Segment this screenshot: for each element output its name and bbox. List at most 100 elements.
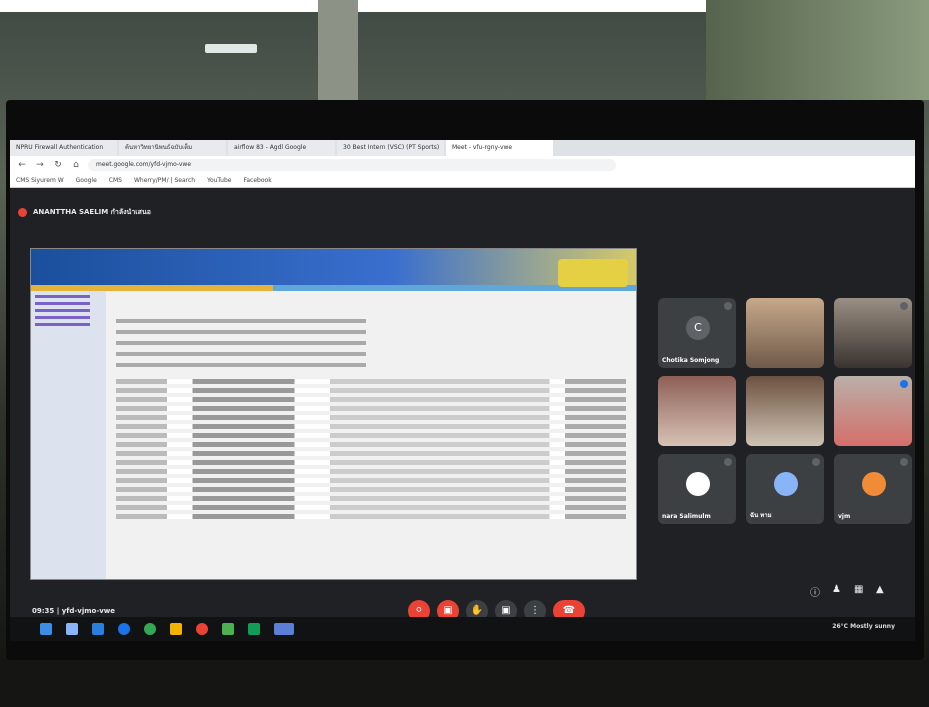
windows-taskbar: 26°C Mostly sunny <box>10 617 915 641</box>
table-row <box>116 424 626 429</box>
bookmarks-bar: CMS Siyurem W Google CMS Wherry/PM/ | Se… <box>10 174 915 188</box>
table-row <box>116 451 626 456</box>
form-line <box>116 352 366 356</box>
participant-name: Chotika Somjong <box>662 357 720 364</box>
form-line <box>116 330 366 334</box>
address-bar[interactable]: meet.google.com/yfd-vjmo-vwe <box>88 159 616 171</box>
ceiling-light <box>205 44 257 53</box>
sidebar-line <box>35 316 90 319</box>
browser-tab[interactable]: ค้นหาวิทยานิพนธ์ฉบับเต็ม <box>119 140 226 156</box>
presenting-indicator-icon <box>18 207 27 217</box>
activities-icon[interactable]: ▲ <box>876 584 884 595</box>
participant-tile-video[interactable] <box>746 376 824 446</box>
app-icon[interactable] <box>222 623 234 635</box>
window <box>706 0 929 100</box>
app-icon[interactable] <box>196 623 208 635</box>
forward-icon[interactable]: → <box>34 160 46 170</box>
participant-tile[interactable]: vjm <box>834 454 912 524</box>
bookmark-item[interactable]: CMS Siyurem W <box>16 177 64 184</box>
bookmark-item[interactable]: Wherry/PM/ | Search <box>134 177 195 184</box>
mic-off-icon <box>724 302 732 310</box>
meeting-info: 09:35 | yfd-vjmo-vwe <box>32 607 116 615</box>
browser-toolbar: ← → ↻ ⌂ meet.google.com/yfd-vjmo-vwe <box>10 156 915 174</box>
mic-off-icon <box>900 458 908 466</box>
browser-tab[interactable]: airflow 83 - Agdl Google <box>228 140 335 156</box>
form-line <box>116 341 366 345</box>
bookmark-item[interactable]: Google <box>76 177 97 184</box>
table-row <box>116 505 626 510</box>
bookmark-item[interactable]: YouTube <box>207 177 231 184</box>
participant-tile-video[interactable] <box>746 298 824 368</box>
participant-name: ฉัน ทาม <box>750 512 772 519</box>
shared-screen <box>30 248 637 580</box>
participant-tile-video[interactable] <box>658 376 736 446</box>
back-icon[interactable]: ← <box>16 160 28 170</box>
weather-tray[interactable]: 26°C Mostly sunny <box>832 623 895 630</box>
table-row <box>116 487 626 492</box>
info-icon[interactable]: ⓘ <box>810 584 820 599</box>
people-icon[interactable]: ♟ <box>832 584 841 595</box>
participant-tile[interactable]: nara Salimulm <box>658 454 736 524</box>
sidebar-line <box>35 295 90 298</box>
app-icon[interactable] <box>248 623 260 635</box>
table-row <box>116 433 626 438</box>
chat-icon[interactable]: ▦ <box>854 584 863 595</box>
sidebar-line <box>35 323 90 326</box>
speaking-icon <box>900 380 908 388</box>
browser-tab-strip: NPRU Firewall Authentication ค้นหาวิทยาน… <box>10 140 915 156</box>
participant-grid: C Chotika Somjong nara Salimulm ฉัน ทาม … <box>658 298 912 528</box>
participant-avatar <box>862 472 886 496</box>
shared-site-form <box>116 319 366 369</box>
meeting-code: yfd-vjmo-vwe <box>61 607 116 615</box>
browser-tab-active[interactable]: Meet - vfu-rgny-vwe <box>446 140 553 156</box>
start-icon[interactable] <box>40 623 52 635</box>
screen: NPRU Firewall Authentication ค้นหาวิทยาน… <box>10 140 915 635</box>
presenter-banner: ANANTTHA SAELIM กำลังนำเสนอ <box>18 206 151 218</box>
bookmark-item[interactable]: Facebook <box>243 177 271 184</box>
app-icon[interactable] <box>274 623 294 635</box>
meeting-time: 09:35 <box>32 607 55 615</box>
mic-off-icon <box>724 458 732 466</box>
participant-name: nara Salimulm <box>662 513 711 520</box>
reload-icon[interactable]: ↻ <box>52 160 64 170</box>
search-icon[interactable] <box>66 623 78 635</box>
form-line <box>116 363 366 367</box>
mic-off-icon <box>900 302 908 310</box>
table-row <box>116 514 626 519</box>
table-row <box>116 478 626 483</box>
table-row <box>116 496 626 501</box>
browser-tab[interactable]: NPRU Firewall Authentication <box>10 140 117 156</box>
desk <box>0 660 929 707</box>
table-row <box>116 379 626 384</box>
participant-tile[interactable]: ฉัน ทาม <box>746 454 824 524</box>
pillar <box>318 0 358 100</box>
participant-avatar <box>686 472 710 496</box>
sidebar-line <box>35 309 90 312</box>
shared-site-logo <box>558 259 628 287</box>
file-explorer-icon[interactable] <box>170 623 182 635</box>
participant-name: vjm <box>838 513 851 520</box>
browser-tab[interactable]: 30 Best Intern (VSC) (PT Sports) <box>337 140 444 156</box>
table-row <box>116 415 626 420</box>
shared-site-table <box>116 379 626 549</box>
edge-icon[interactable] <box>118 623 130 635</box>
presenter-name: ANANTTHA SAELIM กำลังนำเสนอ <box>33 207 151 216</box>
form-line <box>116 319 366 323</box>
home-icon[interactable]: ⌂ <box>70 160 82 170</box>
table-row <box>116 442 626 447</box>
participant-tile-video[interactable] <box>834 376 912 446</box>
table-row <box>116 469 626 474</box>
chrome-icon[interactable] <box>144 623 156 635</box>
table-row <box>116 406 626 411</box>
sidebar-line <box>35 302 90 305</box>
participant-avatar: C <box>686 316 710 340</box>
participant-avatar <box>774 472 798 496</box>
bookmark-item[interactable]: CMS <box>109 177 122 184</box>
shared-site-header <box>31 249 636 285</box>
mic-off-icon <box>812 458 820 466</box>
table-row <box>116 397 626 402</box>
participant-tile-video[interactable] <box>834 298 912 368</box>
participant-tile[interactable]: C Chotika Somjong <box>658 298 736 368</box>
task-view-icon[interactable] <box>92 623 104 635</box>
shared-site-band <box>31 285 636 291</box>
